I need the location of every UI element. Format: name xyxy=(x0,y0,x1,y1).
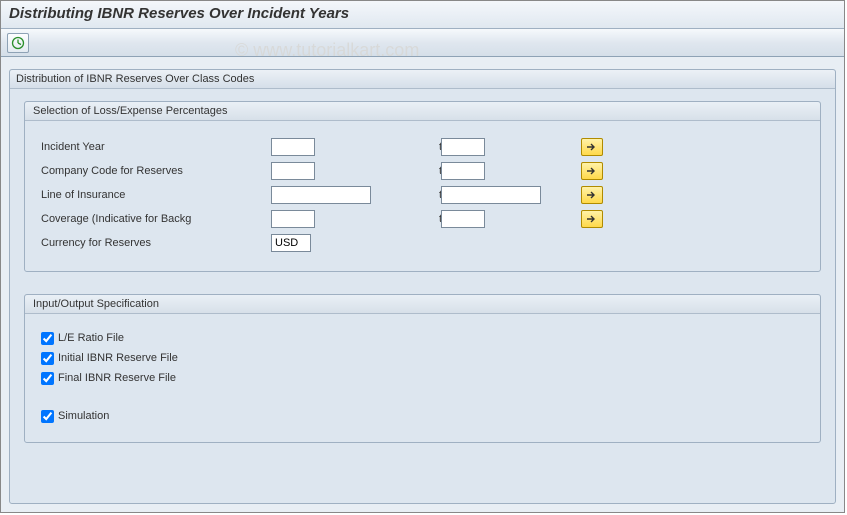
chk-row-le-ratio: L/E Ratio File xyxy=(41,328,804,348)
arrow-right-icon xyxy=(586,142,598,152)
to-label: to xyxy=(391,141,441,153)
coverage-from-input[interactable] xyxy=(271,210,315,228)
label-company-code: Company Code for Reserves xyxy=(41,165,271,177)
row-coverage: Coverage (Indicative for Backg to xyxy=(41,207,804,231)
row-company-code: Company Code for Reserves to xyxy=(41,159,804,183)
coverage-range-button[interactable] xyxy=(581,210,603,228)
coverage-to-input[interactable] xyxy=(441,210,485,228)
final-ibnr-label: Final IBNR Reserve File xyxy=(58,372,176,384)
final-ibnr-checkbox[interactable] xyxy=(41,372,54,385)
outer-group-title: Distribution of IBNR Reserves Over Class… xyxy=(10,70,835,89)
company-code-to-input[interactable] xyxy=(441,162,485,180)
to-label: to xyxy=(391,213,441,225)
row-currency: Currency for Reserves xyxy=(41,231,804,255)
outer-group-body: Selection of Loss/Expense Percentages In… xyxy=(10,89,835,477)
initial-ibnr-checkbox[interactable] xyxy=(41,352,54,365)
line-of-insurance-from-input[interactable] xyxy=(271,186,371,204)
line-of-insurance-range-button[interactable] xyxy=(581,186,603,204)
row-line-of-insurance: Line of Insurance to xyxy=(41,183,804,207)
chk-row-final-ibnr: Final IBNR Reserve File xyxy=(41,368,804,388)
initial-ibnr-label: Initial IBNR Reserve File xyxy=(58,352,178,364)
title-bar: Distributing IBNR Reserves Over Incident… xyxy=(1,1,844,29)
label-incident-year: Incident Year xyxy=(41,141,271,153)
outer-group: Distribution of IBNR Reserves Over Class… xyxy=(9,69,836,504)
row-incident-year: Incident Year to xyxy=(41,135,804,159)
selection-fieldset-body: Incident Year to Company Code for Reserv… xyxy=(25,121,820,271)
incident-year-to-input[interactable] xyxy=(441,138,485,156)
selection-fieldset-title: Selection of Loss/Expense Percentages xyxy=(25,102,820,121)
line-of-insurance-to-input[interactable] xyxy=(441,186,541,204)
io-spec-body: L/E Ratio File Initial IBNR Reserve File… xyxy=(25,314,820,442)
label-currency: Currency for Reserves xyxy=(41,237,271,249)
le-ratio-label: L/E Ratio File xyxy=(58,332,124,344)
label-coverage: Coverage (Indicative for Backg xyxy=(41,213,271,225)
label-line-of-insurance: Line of Insurance xyxy=(41,189,271,201)
company-code-range-button[interactable] xyxy=(581,162,603,180)
toolbar xyxy=(1,29,844,57)
execute-icon xyxy=(11,36,25,50)
incident-year-range-button[interactable] xyxy=(581,138,603,156)
simulation-checkbox[interactable] xyxy=(41,410,54,423)
simulation-label: Simulation xyxy=(58,410,109,422)
io-spec-fieldset: Input/Output Specification L/E Ratio Fil… xyxy=(24,294,821,443)
currency-input[interactable] xyxy=(271,234,311,252)
page-title: Distributing IBNR Reserves Over Incident… xyxy=(9,5,836,22)
to-label: to xyxy=(391,189,441,201)
company-code-from-input[interactable] xyxy=(271,162,315,180)
chk-row-initial-ibnr: Initial IBNR Reserve File xyxy=(41,348,804,368)
content-area: Distribution of IBNR Reserves Over Class… xyxy=(1,57,844,512)
app-window: © www.tutorialkart.com Distributing IBNR… xyxy=(0,0,845,513)
chk-row-simulation: Simulation xyxy=(41,406,804,426)
io-spec-title: Input/Output Specification xyxy=(25,295,820,314)
arrow-right-icon xyxy=(586,166,598,176)
execute-button[interactable] xyxy=(7,33,29,53)
to-label: to xyxy=(391,165,441,177)
le-ratio-checkbox[interactable] xyxy=(41,332,54,345)
arrow-right-icon xyxy=(586,190,598,200)
arrow-right-icon xyxy=(586,214,598,224)
selection-fieldset: Selection of Loss/Expense Percentages In… xyxy=(24,101,821,272)
incident-year-from-input[interactable] xyxy=(271,138,315,156)
